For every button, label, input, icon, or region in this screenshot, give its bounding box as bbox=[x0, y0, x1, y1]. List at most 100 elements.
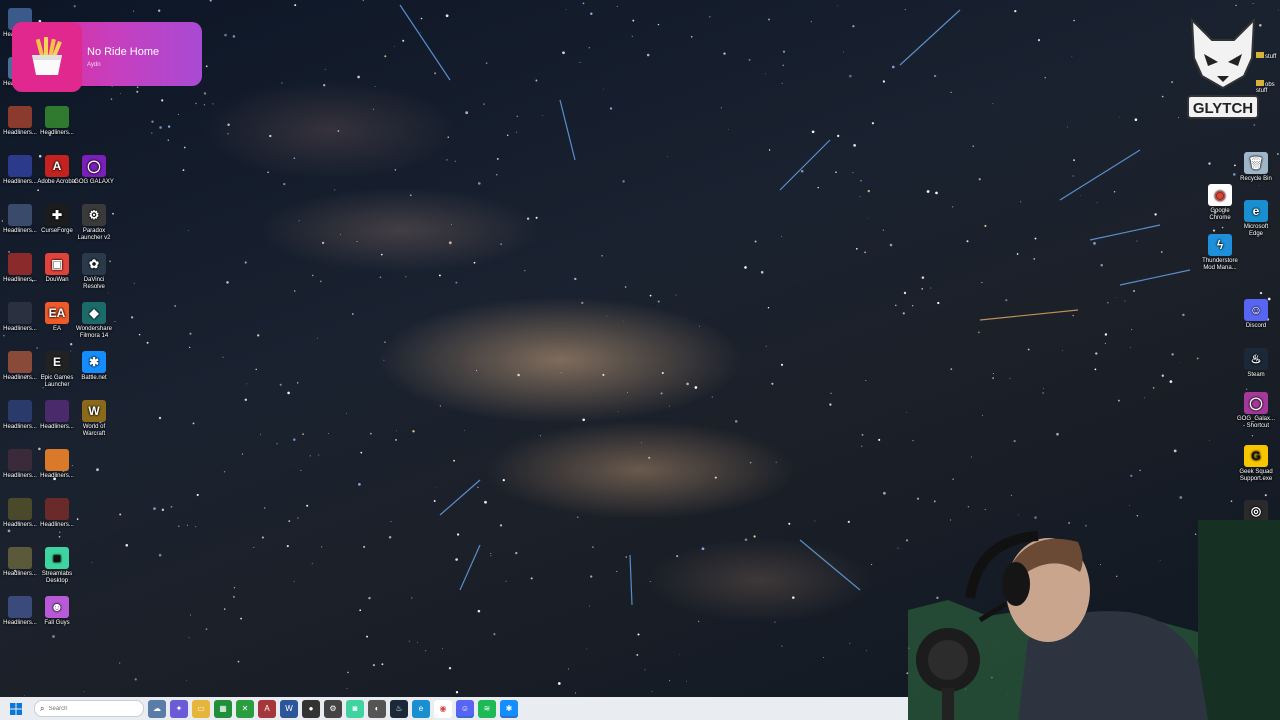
desktop-icon[interactable]: EA EA bbox=[37, 302, 77, 333]
game-icon bbox=[8, 547, 32, 569]
desktop-icon-label: Headliners... bbox=[3, 620, 37, 626]
access-icon[interactable]: A bbox=[258, 699, 276, 718]
webcam-overlay bbox=[908, 520, 1280, 720]
desktop-icon-label: GOG_Galax... - Shortcut bbox=[1236, 416, 1275, 429]
desktop-icon-label: Epic Games Launcher bbox=[40, 375, 74, 388]
spotify-icon[interactable]: ≋ bbox=[478, 699, 496, 718]
desktop-icon-label: Fall Guys bbox=[44, 620, 70, 626]
desktop-icon[interactable]: E Epic Games Launcher bbox=[37, 351, 77, 389]
desktop-icon[interactable]: Headliners... bbox=[0, 596, 40, 627]
taskbar-search[interactable]: ⌕ bbox=[34, 700, 144, 717]
streamlabs-icon[interactable]: ◙ bbox=[346, 699, 364, 718]
game-icon bbox=[45, 449, 69, 471]
desktop-icon[interactable]: ϟ Thunderstore Mod Mana... bbox=[1200, 234, 1240, 272]
desktop-icon[interactable]: ♨ Steam bbox=[1236, 348, 1276, 379]
desktop-icon-label: Recycle Bin bbox=[1240, 176, 1272, 182]
desktop-icon[interactable]: Headliners... bbox=[0, 400, 40, 431]
xbox-icon[interactable]: ✕ bbox=[236, 699, 254, 718]
desktop-icon[interactable]: ◉ Google Chrome bbox=[1200, 184, 1240, 222]
davinci-icon: ✿ bbox=[82, 253, 106, 275]
desktop-icon[interactable]: Headliners... bbox=[0, 302, 40, 333]
paradox-icon[interactable]: ◐ bbox=[368, 699, 386, 718]
geek-squad-icon: G bbox=[1244, 445, 1268, 467]
desktop-icon-label: Headliners... bbox=[3, 424, 37, 430]
settings-icon[interactable]: ⚙ bbox=[324, 699, 342, 718]
game-icon bbox=[8, 351, 32, 373]
game-icon bbox=[8, 302, 32, 324]
game-icon bbox=[8, 596, 32, 618]
desktop-icon-label: Adobe Acrobat bbox=[37, 179, 77, 185]
edge-icon: e bbox=[1244, 200, 1268, 222]
taskbar: ⌕ ☁✦▭▦✕AW●⚙◙◐♨e◉☺≋✱ bbox=[0, 697, 908, 720]
chrome-icon[interactable]: ◉ bbox=[434, 699, 452, 718]
desktop-icon-label: EA bbox=[52, 326, 61, 332]
filmora-icon: ◆ bbox=[82, 302, 106, 324]
desktop-icon[interactable]: G Geek Squad Support.exe bbox=[1236, 445, 1276, 483]
desktop-icon[interactable]: ☻ Fall Guys bbox=[37, 596, 77, 627]
media-icon[interactable]: ● bbox=[302, 699, 320, 718]
desktop-icon-label: Battle.net bbox=[81, 375, 107, 381]
desktop-icon[interactable]: ☺ Discord bbox=[1236, 299, 1276, 330]
wow-icon: W bbox=[82, 400, 106, 422]
desktop-icon-label: DouWan bbox=[45, 277, 69, 283]
desktop-icon[interactable]: ◯ GOG GALAXY bbox=[74, 155, 114, 186]
desktop-icon[interactable]: ▣ DouWan bbox=[37, 253, 77, 284]
desktop-icon[interactable]: ✿ DaVinci Resolve bbox=[74, 253, 114, 291]
discord-icon[interactable]: ☺ bbox=[456, 699, 474, 718]
desktop-icon[interactable]: Headliners... bbox=[0, 253, 40, 284]
desktop-icon-label: Headliners... bbox=[3, 179, 37, 185]
ea-icon: EA bbox=[45, 302, 69, 324]
weather-icon[interactable]: ☁ bbox=[148, 699, 166, 718]
song-artist: Aydn bbox=[87, 62, 101, 68]
desktop-icon[interactable]: Headliners... bbox=[0, 547, 40, 578]
desktop-icon-label: Streamlabs Desktop bbox=[41, 571, 73, 584]
desktop-icon[interactable]: Headliners... bbox=[37, 400, 77, 431]
desktop-icon[interactable]: Headliners... bbox=[0, 155, 40, 186]
desktop-icon-label: Discord bbox=[1245, 323, 1267, 329]
desktop-icon[interactable]: Headliners... bbox=[0, 106, 40, 137]
desktop-icon-label: Headliners... bbox=[3, 228, 37, 234]
steam-icon[interactable]: ♨ bbox=[390, 699, 408, 718]
desktop-icon[interactable]: 🗑 Recycle Bin bbox=[1236, 152, 1276, 183]
game-icon bbox=[8, 400, 32, 422]
desktop-icon[interactable]: Headliners... bbox=[0, 351, 40, 382]
xbox-app-icon[interactable]: ▦ bbox=[214, 699, 232, 718]
copilot-icon[interactable]: ✦ bbox=[170, 699, 188, 718]
desktop-icon[interactable]: e Microsoft Edge bbox=[1236, 200, 1276, 238]
desktop-icon[interactable]: ✚ CurseForge bbox=[37, 204, 77, 235]
game-icon bbox=[45, 106, 69, 128]
desktop-icon[interactable]: ✱ Battle.net bbox=[74, 351, 114, 382]
search-input[interactable] bbox=[48, 705, 119, 712]
desktop-icon[interactable]: ◆ Wondershare Filmora 14 bbox=[74, 302, 114, 340]
desktop-icon[interactable]: Headliners... bbox=[0, 449, 40, 480]
desktop-icon-label: Headliners... bbox=[40, 473, 74, 479]
glytch-fox-logo: GLYTCH bbox=[1186, 17, 1260, 122]
battlenet-icon: ✱ bbox=[82, 351, 106, 373]
desktop-icon[interactable]: W World of Warcraft bbox=[74, 400, 114, 438]
desktop-icon-label: DaVinci Resolve bbox=[83, 277, 105, 290]
start-button[interactable] bbox=[4, 697, 28, 720]
desktop-icon[interactable]: Headliners... bbox=[0, 498, 40, 529]
epic-games-icon: E bbox=[45, 351, 69, 373]
desktop-icon[interactable]: A Adobe Acrobat bbox=[37, 155, 77, 186]
word-icon[interactable]: W bbox=[280, 699, 298, 718]
game-icon bbox=[8, 155, 32, 177]
gog-shortcut-icon: ◯ bbox=[1244, 392, 1268, 414]
logo-text: GLYTCH bbox=[1193, 100, 1253, 117]
desktop-icon[interactable]: ◙ Streamlabs Desktop bbox=[37, 547, 77, 585]
desktop-icon[interactable]: ◯ GOG_Galax... - Shortcut bbox=[1236, 392, 1276, 430]
game-icon bbox=[8, 106, 32, 128]
chrome-icon: ◉ bbox=[1208, 184, 1232, 206]
edge-icon[interactable]: e bbox=[412, 699, 430, 718]
file-explorer-icon[interactable]: ▭ bbox=[192, 699, 210, 718]
desktop-icon[interactable]: ⚙ Paradox Launcher v2 bbox=[74, 204, 114, 242]
game-icon bbox=[8, 204, 32, 226]
battlenet-icon[interactable]: ✱ bbox=[500, 699, 518, 718]
desktop-icon[interactable]: Headliners... bbox=[37, 498, 77, 529]
desktop-icon[interactable]: Headliners... bbox=[0, 204, 40, 235]
game-icon bbox=[8, 253, 32, 275]
desktop-icon[interactable]: Headliners... bbox=[37, 449, 77, 480]
desktop-icon[interactable]: Headliners... bbox=[37, 106, 77, 137]
desktop-icon-label: Headliners... bbox=[3, 277, 37, 283]
douwan-icon: ▣ bbox=[45, 253, 69, 275]
